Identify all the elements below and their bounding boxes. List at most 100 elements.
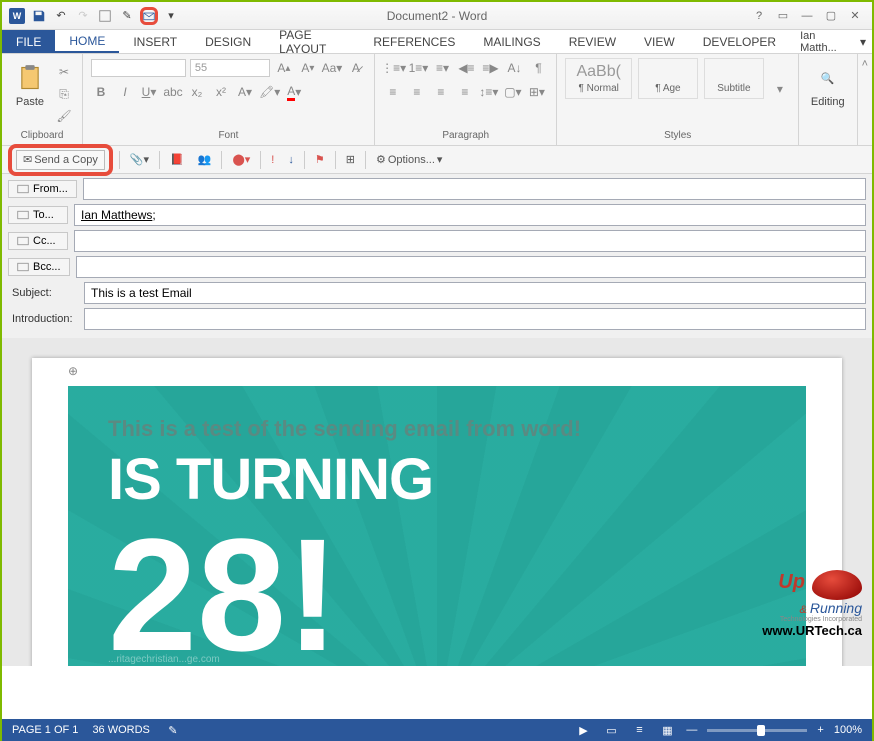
shrink-font-icon[interactable]: A▾ — [298, 58, 318, 78]
importance-low-icon[interactable]: ↓ — [284, 150, 298, 170]
ribbon-display-icon[interactable]: ▭ — [774, 7, 792, 25]
tab-references[interactable]: REFERENCES — [359, 30, 469, 53]
doc-heading-2[interactable]: IS TURNING — [108, 446, 766, 513]
minimize-icon[interactable]: — — [798, 7, 816, 25]
justify-icon[interactable]: ≡ — [455, 82, 475, 102]
to-button[interactable]: To... — [8, 206, 68, 224]
zoom-in-icon[interactable]: + — [817, 724, 823, 736]
page-indicator[interactable]: PAGE 1 OF 1 — [12, 724, 78, 736]
doc-heading-1[interactable]: This is a test of the sending email from… — [108, 416, 766, 442]
cut-icon[interactable]: ✂ — [54, 62, 74, 82]
zoom-out-icon[interactable]: — — [686, 724, 697, 736]
align-left-icon[interactable]: ≡ — [383, 82, 403, 102]
format-painter-icon[interactable]: 🖌 — [54, 106, 74, 126]
subscript-icon[interactable]: x₂ — [187, 82, 207, 102]
tab-review[interactable]: REVIEW — [555, 30, 630, 53]
italic-icon[interactable]: I — [115, 82, 135, 102]
zoom-level[interactable]: 100% — [834, 724, 862, 736]
bullets-icon[interactable]: ⋮≡▾ — [383, 58, 405, 78]
tab-developer[interactable]: DEVELOPER — [689, 30, 790, 53]
tab-pagelayout[interactable]: PAGE LAYOUT — [265, 30, 359, 53]
read-mode-icon[interactable]: ▭ — [602, 721, 620, 739]
numbering-icon[interactable]: 1≡▾ — [408, 58, 428, 78]
tab-view[interactable]: VIEW — [630, 30, 689, 53]
sort-icon[interactable]: A↓ — [504, 58, 524, 78]
close-icon[interactable]: ✕ — [846, 7, 864, 25]
align-center-icon[interactable]: ≡ — [407, 82, 427, 102]
styles-more-icon[interactable]: ▾ — [770, 79, 790, 99]
borders-icon[interactable]: ⊞▾ — [527, 82, 547, 102]
font-color-icon[interactable]: A▾ — [284, 82, 304, 102]
tab-home[interactable]: HOME — [55, 30, 119, 53]
anchor-icon[interactable]: ⊕ — [68, 364, 78, 378]
bcc-button[interactable]: Bcc... — [8, 258, 70, 276]
intro-input[interactable] — [84, 308, 866, 330]
importance-high-icon[interactable]: ! — [267, 150, 278, 170]
maximize-icon[interactable]: ▢ — [822, 7, 840, 25]
align-right-icon[interactable]: ≡ — [431, 82, 451, 102]
editing-button[interactable]: 🔍 Editing — [807, 58, 849, 112]
tab-file[interactable]: FILE — [2, 30, 55, 53]
strikethrough-icon[interactable]: abc — [163, 82, 183, 102]
subject-input[interactable] — [84, 282, 866, 304]
document-content[interactable]: This is a test of the sending email from… — [68, 386, 806, 666]
qat-icon-2[interactable]: ✎ — [118, 7, 136, 25]
superscript-icon[interactable]: x² — [211, 82, 231, 102]
bold-icon[interactable]: B — [91, 82, 111, 102]
bcc-input[interactable] — [76, 256, 866, 278]
font-size-select[interactable] — [190, 59, 270, 77]
show-hide-icon[interactable]: ¶ — [528, 58, 548, 78]
collapse-ribbon-icon[interactable]: ˄ — [858, 54, 872, 145]
word-icon[interactable]: W — [8, 7, 26, 25]
attach-icon[interactable]: 📎▾ — [126, 150, 153, 170]
recipient-chip[interactable]: Ian Matthews — [81, 208, 152, 222]
clear-formatting-icon[interactable]: A̷ — [346, 58, 366, 78]
tab-design[interactable]: DESIGN — [191, 30, 265, 53]
word-count[interactable]: 36 WORDS — [92, 724, 149, 736]
shading-icon[interactable]: ▢▾ — [503, 82, 523, 102]
send-to-mail-icon[interactable] — [140, 7, 158, 25]
macro-icon[interactable]: ▶ — [574, 721, 592, 739]
tab-mailings[interactable]: MAILINGS — [469, 30, 554, 53]
decrease-indent-icon[interactable]: ◀≡ — [456, 58, 476, 78]
cc-button[interactable]: Cc... — [8, 232, 68, 250]
doc-big-number[interactable]: 28! — [108, 523, 766, 666]
account-name[interactable]: Ian Matth... — [790, 30, 854, 53]
zoom-thumb[interactable] — [757, 725, 765, 736]
font-family-select[interactable] — [91, 59, 186, 77]
from-button[interactable]: From... — [8, 180, 77, 198]
line-spacing-icon[interactable]: ↕≡▾ — [479, 82, 499, 102]
send-copy-button[interactable]: ✉ Send a Copy — [16, 150, 105, 170]
zoom-slider[interactable] — [707, 729, 807, 732]
account-dropdown-icon[interactable]: ▾ — [854, 30, 872, 53]
options-button[interactable]: ⚙ Options...▾ — [372, 150, 446, 170]
cc-input[interactable] — [74, 230, 866, 252]
save-icon[interactable] — [30, 7, 48, 25]
multilevel-list-icon[interactable]: ≡▾ — [432, 58, 452, 78]
document-page[interactable]: ⊕ This is a test of the sending email fr… — [32, 358, 842, 666]
flag-icon[interactable]: ⚑ — [311, 150, 329, 170]
underline-icon[interactable]: U▾ — [139, 82, 159, 102]
change-case-icon[interactable]: Aa▾ — [322, 58, 342, 78]
redo-icon[interactable]: ↷ — [74, 7, 92, 25]
permission-icon[interactable]: ⬤▾ — [228, 150, 254, 170]
grow-font-icon[interactable]: A▴ — [274, 58, 294, 78]
document-area[interactable]: ⊕ This is a test of the sending email fr… — [2, 338, 872, 666]
help-icon[interactable]: ? — [750, 7, 768, 25]
undo-icon[interactable]: ↶ — [52, 7, 70, 25]
web-layout-icon[interactable]: ▦ — [658, 721, 676, 739]
from-input[interactable] — [83, 178, 866, 200]
address-book-icon[interactable]: 📕 — [166, 150, 188, 170]
text-effects-icon[interactable]: A▾ — [235, 82, 255, 102]
style-age[interactable]: ¶ Age — [638, 58, 698, 99]
tab-insert[interactable]: INSERT — [119, 30, 191, 53]
style-normal[interactable]: AaBb( ¶ Normal — [565, 58, 631, 99]
copy-icon[interactable]: ⎘ — [54, 84, 74, 104]
to-input[interactable]: Ian Matthews; — [74, 204, 866, 226]
qat-customize-icon[interactable]: ▾ — [162, 7, 180, 25]
spellcheck-icon[interactable]: ✎ — [164, 721, 182, 739]
highlight-icon[interactable]: 🖍▾ — [259, 82, 280, 102]
style-subtitle[interactable]: Subtitle — [704, 58, 764, 99]
create-rule-icon[interactable]: ⊞ — [342, 150, 359, 170]
print-layout-icon[interactable]: ≡ — [630, 721, 648, 739]
